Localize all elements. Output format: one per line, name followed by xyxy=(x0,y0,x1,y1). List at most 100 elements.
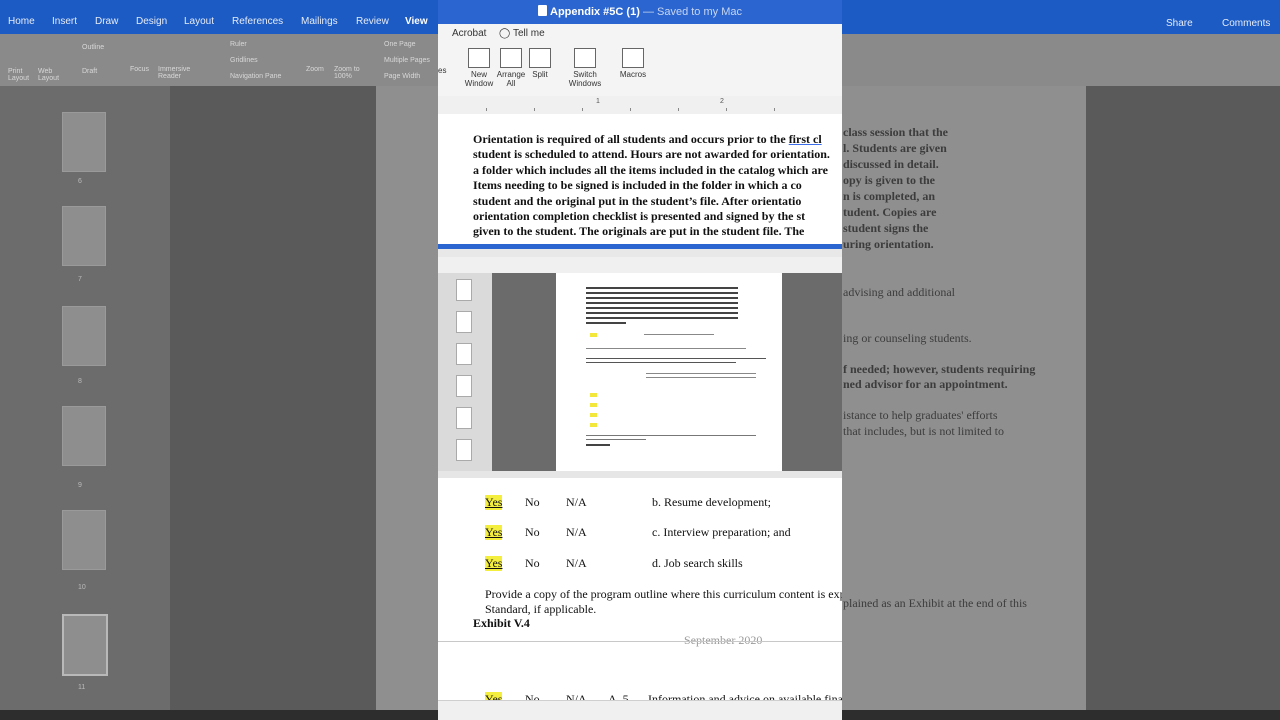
bg-page-thumbnail[interactable] xyxy=(62,306,106,366)
bg-web-layout-button[interactable]: Web Layout xyxy=(38,68,68,82)
new-window-icon xyxy=(468,48,490,68)
bg-page-thumbnail[interactable] xyxy=(62,206,106,266)
bg-doc-text: opy is given to the xyxy=(843,173,936,187)
bg-page-thumbnail-selected[interactable] xyxy=(62,614,108,676)
bg-tab-mailings[interactable]: Mailings xyxy=(301,16,338,27)
mini-text-line xyxy=(586,317,738,319)
mini-document-page xyxy=(556,273,782,471)
bg-share-button[interactable]: Share xyxy=(1166,18,1193,29)
bg-multiple-pages-button[interactable]: Multiple Pages xyxy=(384,57,430,64)
bg-doc-text: istance to help graduates' efforts xyxy=(843,408,998,422)
ruler-tick xyxy=(726,108,727,111)
arrange-all-button[interactable]: Arrange All xyxy=(496,48,526,88)
bg-zoom-100-button[interactable]: Zoom to 100% xyxy=(334,66,368,80)
document-page-top[interactable]: Orientation is required of all students … xyxy=(438,114,842,244)
saved-status[interactable]: — Saved to my Mac xyxy=(643,6,742,18)
mini-yes-highlight xyxy=(590,413,597,417)
horizontal-ruler[interactable]: 1 2 xyxy=(438,96,842,115)
bg-zoom-button[interactable]: Zoom xyxy=(306,66,324,73)
no-option[interactable]: No xyxy=(525,525,540,540)
mini-text-line xyxy=(586,435,756,436)
na-option[interactable]: N/A xyxy=(566,556,587,571)
mini-thumbnail xyxy=(456,311,472,333)
bg-tab-references[interactable]: References xyxy=(232,16,283,27)
ruler-tick xyxy=(774,108,775,111)
mini-yes-highlight xyxy=(590,393,597,397)
mini-ribbon xyxy=(438,257,842,273)
bg-page-thumbnail[interactable] xyxy=(62,510,106,570)
orientation-line: given to the student. The originals are … xyxy=(473,224,805,239)
ruler-tick xyxy=(582,108,583,111)
bg-tab-review[interactable]: Review xyxy=(356,16,389,27)
bg-thumb-number: 6 xyxy=(78,178,82,185)
yes-option[interactable]: Yes xyxy=(485,495,503,510)
view-ribbon: es New Window Arrange All Split Switch W… xyxy=(438,44,842,97)
bg-tab-design[interactable]: Design xyxy=(136,16,167,27)
split-button[interactable]: Split xyxy=(528,48,552,79)
bg-navigation-pane-checkbox[interactable]: Navigation Pane xyxy=(230,73,281,80)
bg-outline-button[interactable]: Outline xyxy=(82,44,104,51)
ruler-number: 1 xyxy=(596,98,600,105)
tab-acrobat[interactable]: Acrobat xyxy=(452,28,486,39)
bg-immersive-reader-button[interactable]: Immersive Reader xyxy=(158,66,198,80)
mini-yes-highlight xyxy=(590,333,597,337)
arrange-all-label: Arrange All xyxy=(496,70,526,88)
mini-thumbnail xyxy=(456,407,472,429)
ribbon-cut-label: es xyxy=(438,66,447,75)
ribbon-tab-row: Acrobat ◯ Tell me xyxy=(438,24,842,44)
bg-tab-view[interactable]: View xyxy=(405,16,428,27)
mini-text-line xyxy=(586,358,766,359)
word-window: Appendix #5C (1) — Saved to my Mac Acrob… xyxy=(438,0,842,720)
bg-doc-text: f needed; however, students requiring xyxy=(843,362,1036,376)
bg-ruler-checkbox[interactable]: Ruler xyxy=(230,41,247,48)
mini-thumbnail xyxy=(456,375,472,397)
bg-gridlines-checkbox[interactable]: Gridlines xyxy=(230,57,258,64)
mini-tab-row xyxy=(438,249,842,257)
yes-option[interactable]: Yes xyxy=(485,525,503,540)
bg-tab-draw[interactable]: Draw xyxy=(95,16,118,27)
bg-page-thumbnail[interactable] xyxy=(62,112,106,172)
na-option[interactable]: N/A xyxy=(566,495,587,510)
first-class-text: first cl xyxy=(788,132,822,146)
ruler-tick xyxy=(534,108,535,111)
mini-yes-highlight xyxy=(590,423,597,427)
mini-text-line xyxy=(646,377,756,378)
bg-doc-text: that includes, but is not limited to xyxy=(843,424,1004,438)
switch-windows-button[interactable]: Switch Windows xyxy=(566,48,604,88)
bg-doc-text: n is completed, an xyxy=(843,189,936,203)
checklist-row: Yes No N/A b. Resume development; xyxy=(438,495,842,511)
provide-copy-text: Provide a copy of the program outline wh… xyxy=(485,587,842,601)
mini-text-line xyxy=(586,297,738,299)
split-icon xyxy=(529,48,551,68)
no-option[interactable]: No xyxy=(525,495,540,510)
bg-focus-button[interactable]: Focus xyxy=(130,66,149,73)
no-option[interactable]: No xyxy=(525,556,540,571)
bg-doc-text: l. Students are given xyxy=(843,141,947,155)
bg-tab-insert[interactable]: Insert xyxy=(52,16,77,27)
bg-draft-button[interactable]: Draft xyxy=(82,68,97,75)
switch-windows-label: Switch Windows xyxy=(568,70,602,88)
bg-print-layout-button[interactable]: Print Layout xyxy=(8,68,38,82)
bg-tab-home[interactable]: Home xyxy=(8,16,35,27)
tell-me-search[interactable]: Tell me xyxy=(513,28,545,39)
bg-navigation-pane: 6 7 8 9 10 11 xyxy=(0,86,170,720)
yes-option[interactable]: Yes xyxy=(485,556,503,571)
bg-doc-text: ned advisor for an appointment. xyxy=(843,377,1008,391)
bg-comments-button[interactable]: Comments xyxy=(1222,18,1270,29)
bg-tab-layout[interactable]: Layout xyxy=(184,16,214,27)
bg-thumb-number: 10 xyxy=(78,584,86,591)
mini-text-line xyxy=(586,287,738,289)
bg-one-page-button[interactable]: One Page xyxy=(384,41,416,48)
mini-navigation-pane xyxy=(438,273,492,471)
mini-text-line xyxy=(586,322,626,324)
na-option[interactable]: N/A xyxy=(566,525,587,540)
bg-page-width-button[interactable]: Page Width xyxy=(384,73,420,80)
bg-thumb-number: 7 xyxy=(78,276,82,283)
orientation-line: Items needing to be signed is included i… xyxy=(473,178,802,193)
macros-button[interactable]: Macros xyxy=(616,48,650,79)
mini-text-line xyxy=(586,362,736,363)
embedded-window-snapshot xyxy=(438,244,842,478)
mini-thumbnail xyxy=(456,439,472,461)
bg-page-thumbnail[interactable] xyxy=(62,406,106,466)
new-window-button[interactable]: New Window xyxy=(464,48,494,88)
